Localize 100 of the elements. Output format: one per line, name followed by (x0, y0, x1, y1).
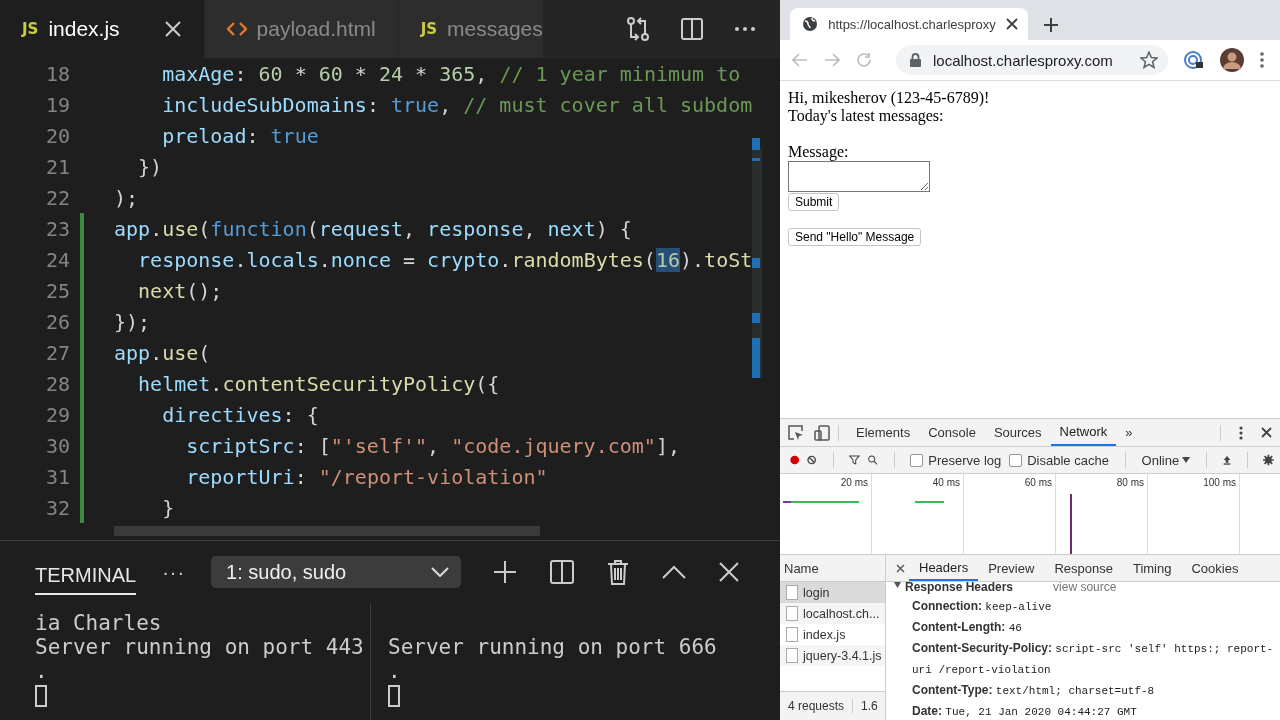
line-number: 19 (44, 92, 70, 117)
detail-tab[interactable]: Preview (978, 555, 1045, 581)
code-line: maxAge: 60 * 60 * 24 * 365, // 1 year minimum to (161, 61, 741, 86)
record-icon[interactable] (790, 453, 800, 467)
code-line: preload: true (161, 123, 319, 148)
more-actions[interactable]: ··· (162, 560, 186, 584)
line-number: 25 (44, 278, 70, 303)
code-brackets-icon (226, 21, 247, 37)
terminal-line: Server running on port 443 (35, 635, 365, 659)
terminal-line: . (35, 659, 49, 683)
submit-button[interactable]: Submit (788, 193, 840, 211)
code-line: scriptSrc: ["'self'", "code.jquery.com"], (185, 433, 680, 458)
request-row[interactable]: login (780, 582, 885, 603)
js-file-icon: JS (22, 20, 39, 38)
line-number: 29 (44, 402, 70, 427)
column-header: Name (780, 555, 885, 582)
avatar-icon[interactable] (1220, 48, 1244, 72)
code-line: directives: { (161, 402, 319, 427)
code-line: ); (114, 185, 139, 210)
scrollbar[interactable] (114, 526, 540, 536)
line-number: 21 (44, 154, 70, 179)
globe-icon (802, 16, 818, 32)
menu-icon[interactable] (1239, 425, 1243, 440)
header-entry: Content-Length: 46 (912, 619, 1023, 636)
header-entry: Connection: keep-alive (912, 598, 1053, 615)
settings-icon[interactable] (1263, 452, 1274, 468)
checkbox-option[interactable]: Preserve log (910, 452, 1002, 468)
line-number: 26 (44, 309, 70, 334)
cursor (388, 685, 400, 707)
throttle-dropdown[interactable]: Online (1141, 452, 1190, 468)
lock-icon (910, 53, 921, 67)
editor-tab[interactable]: JS messages (398, 0, 544, 58)
view-source-link[interactable]: view source (1053, 582, 1117, 592)
terminal-line: . (388, 659, 402, 683)
plus-icon[interactable] (493, 560, 518, 584)
header-entry: Date: Tue, 21 Jan 2020 04:44:27 GMT (912, 703, 1138, 720)
more-tabs[interactable]: » (1116, 419, 1142, 446)
detail-tab[interactable]: Timing (1122, 555, 1182, 581)
line-number: 28 (44, 371, 70, 396)
time-tick-label: 60 ms (964, 474, 1056, 554)
close-icon[interactable] (1006, 18, 1018, 30)
chevron-up-icon[interactable] (662, 565, 687, 579)
file-icon (786, 585, 798, 600)
greeting-text: Hi, mikesherov (123-45-6789)! (788, 89, 990, 107)
editor-tab[interactable]: payload.html (204, 0, 399, 58)
file-icon (786, 648, 798, 663)
new-tab-icon[interactable] (1044, 18, 1058, 32)
line-number: 18 (44, 61, 70, 86)
detail-tab[interactable]: Response (1044, 555, 1123, 581)
code-line: reportUri: "/report-violation" (185, 464, 548, 489)
filter-icon[interactable] (849, 453, 861, 467)
close-icon[interactable] (896, 563, 905, 573)
address-bar[interactable]: localhost.charlesproxy.com (896, 45, 1168, 75)
section-header[interactable]: Response Headers (894, 582, 1014, 592)
code-line: response.locals.nonce = crypto.randomBytes(16).toSt (137, 247, 753, 272)
detail-tab[interactable]: Headers (909, 555, 979, 581)
checkbox-option[interactable]: Disable cache (1009, 452, 1109, 468)
editor-tab[interactable]: JS index.js (0, 0, 205, 58)
line-number: 22 (44, 185, 70, 210)
request-row[interactable]: localhost.ch... (780, 603, 885, 624)
line-number: 24 (44, 247, 70, 272)
menu-icon[interactable] (1260, 52, 1264, 68)
field-label: Message: (788, 143, 849, 161)
code-line: next(); (137, 278, 223, 303)
more-icon[interactable] (734, 26, 756, 32)
split-terminal-icon[interactable] (550, 560, 575, 584)
close-icon[interactable] (1261, 427, 1272, 438)
code-line: }) (137, 154, 163, 179)
summary-text: 1.6 (861, 699, 878, 713)
terminal-tab[interactable]: TERMINAL (35, 555, 137, 595)
time-tick-label: 100 ms (1148, 474, 1240, 554)
code-line: } (161, 495, 175, 520)
line-number: 23 (44, 216, 70, 241)
device-icon[interactable] (814, 424, 830, 441)
browser-tab[interactable]: https://localhost.charlesproxy (790, 8, 1028, 40)
checkbox[interactable] (910, 453, 924, 467)
line-number: 31 (44, 464, 70, 489)
chevron-down-icon (431, 567, 450, 577)
devtools-tab[interactable]: Sources (984, 419, 1051, 446)
triangle-icon (894, 582, 901, 588)
trash-icon[interactable] (607, 559, 630, 585)
request-row[interactable]: jquery-3.4.1.js (780, 645, 885, 666)
send-button[interactable]: Send "Hello" Message (788, 228, 922, 246)
detail-tab[interactable]: Cookies (1181, 555, 1249, 581)
clear-icon[interactable] (807, 453, 817, 467)
code-line: includeSubDomains: true, // must cover all subdom (161, 92, 753, 117)
terminal-line: ia Charles (35, 611, 163, 635)
file-icon (786, 627, 798, 642)
compare-icon[interactable] (626, 16, 650, 42)
devtools-tab[interactable]: Console (919, 419, 985, 446)
terminal-dropdown[interactable]: 1: sudo, sudo (211, 556, 462, 588)
split-editor-icon[interactable] (680, 17, 704, 41)
star-icon[interactable] (1140, 51, 1158, 69)
inspect-icon[interactable] (788, 424, 804, 441)
search-icon[interactable] (868, 453, 878, 467)
checkbox[interactable] (1009, 453, 1023, 467)
devtools-tab[interactable]: Elements (847, 419, 920, 446)
message-field[interactable] (788, 161, 930, 192)
code-line: }); (114, 309, 151, 334)
extension-icon[interactable] (1184, 50, 1204, 70)
